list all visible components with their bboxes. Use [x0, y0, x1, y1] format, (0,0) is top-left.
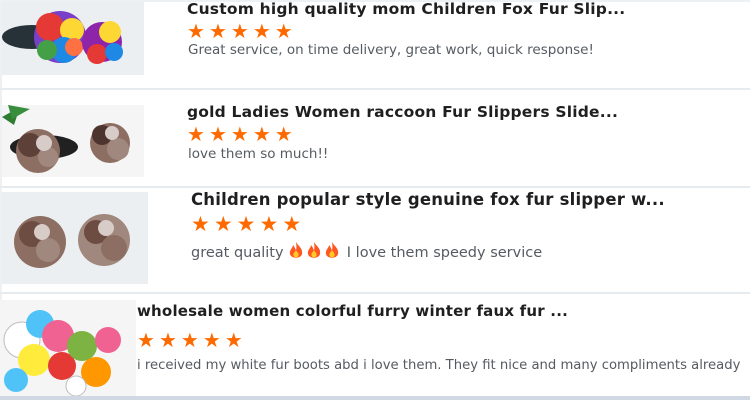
review-comment: great quality I love them speedy service	[191, 242, 542, 264]
rating-stars: ★★★★★	[187, 122, 297, 146]
star-icon: ★	[230, 19, 253, 43]
product-title[interactable]: gold Ladies Women raccoon Fur Slippers S…	[187, 103, 618, 121]
review-comment: Great service, on time delivery, great w…	[188, 42, 594, 58]
star-icon: ★	[259, 212, 283, 236]
star-icon: ★	[252, 19, 275, 43]
comment-text-after: I love them speedy service	[346, 245, 543, 261]
review-item[interactable]: wholesale women colorful furry winter fa…	[0, 294, 750, 396]
star-icon: ★	[180, 328, 203, 352]
fire-icon	[306, 242, 322, 264]
product-title[interactable]: Custom high quality mom Children Fox Fur…	[187, 0, 625, 18]
product-thumbnail[interactable]	[2, 105, 144, 177]
star-icon: ★	[158, 328, 181, 352]
fire-icon	[288, 242, 304, 264]
star-icon: ★	[137, 328, 159, 352]
review-item[interactable]: Custom high quality mom Children Fox Fur…	[0, 0, 750, 88]
star-icon: ★	[187, 122, 209, 146]
product-thumbnail[interactable]	[2, 2, 144, 75]
product-title[interactable]: Children popular style genuine fox fur s…	[191, 190, 665, 209]
review-list: Custom high quality mom Children Fox Fur…	[0, 0, 750, 400]
product-thumbnail[interactable]	[2, 192, 148, 284]
rating-stars: ★★★★★	[137, 328, 247, 352]
review-item[interactable]: Children popular style genuine fox fur s…	[0, 188, 750, 292]
star-icon: ★	[224, 328, 247, 352]
review-comment: i received my white fur boots abd i love…	[137, 358, 741, 373]
star-icon: ★	[208, 19, 231, 43]
review-comment: love them so much!!	[188, 146, 329, 162]
product-title[interactable]: wholesale women colorful furry winter fa…	[137, 302, 568, 320]
bottom-border	[0, 396, 750, 400]
star-icon: ★	[236, 212, 260, 236]
star-icon: ★	[213, 212, 237, 236]
star-icon: ★	[208, 122, 231, 146]
review-item[interactable]: gold Ladies Women raccoon Fur Slippers S…	[0, 90, 750, 186]
star-icon: ★	[187, 19, 209, 43]
rating-stars: ★★★★★	[191, 212, 305, 236]
star-icon: ★	[282, 212, 306, 236]
fire-icon	[324, 242, 340, 264]
star-icon: ★	[202, 328, 225, 352]
comment-text-before: great quality	[191, 245, 284, 261]
rating-stars: ★★★★★	[187, 19, 297, 43]
star-icon: ★	[230, 122, 253, 146]
star-icon: ★	[274, 122, 297, 146]
star-icon: ★	[274, 19, 297, 43]
star-icon: ★	[191, 212, 214, 236]
product-thumbnail[interactable]	[0, 300, 136, 396]
star-icon: ★	[252, 122, 275, 146]
